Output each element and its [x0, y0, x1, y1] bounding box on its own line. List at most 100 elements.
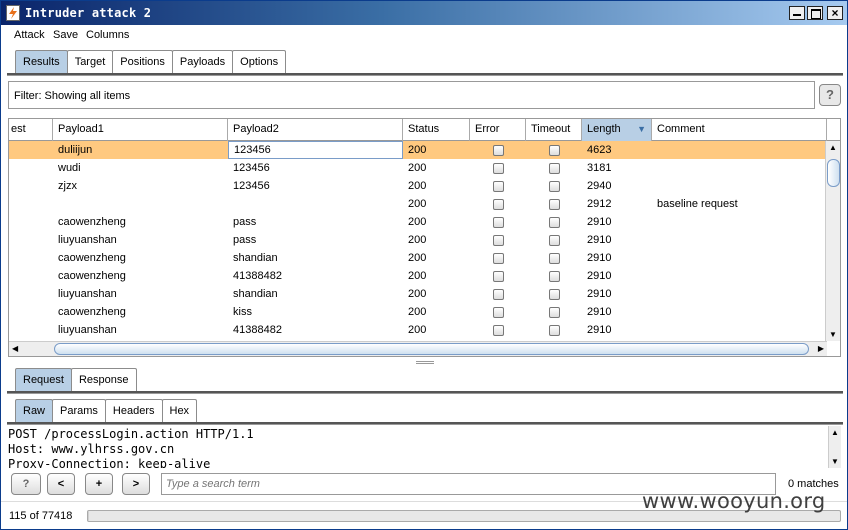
tab-hex[interactable]: Hex	[161, 399, 198, 423]
status-cell: 200	[408, 324, 427, 336]
add-search-button[interactable]: +	[85, 473, 113, 495]
comment-cell	[652, 159, 827, 177]
col-error[interactable]: Error	[470, 119, 526, 141]
menu-bar: Attack Save Columns	[1, 25, 847, 45]
table-row[interactable]: caowenzheng kiss 200 2910	[9, 303, 827, 321]
length-cell: 3181	[587, 162, 612, 174]
payload2-cell: shandian	[233, 252, 278, 264]
col-length[interactable]: Length ▼	[582, 119, 652, 141]
tab-payloads[interactable]: Payloads	[171, 50, 234, 74]
payload1-cell: liuyuanshan	[58, 288, 117, 300]
previous-match-button[interactable]: <	[47, 473, 75, 495]
error-checkbox[interactable]	[493, 253, 504, 264]
table-row[interactable]: wudi 123456 200 3181	[9, 159, 827, 177]
payload2-cell: 123456	[233, 162, 270, 174]
table-row[interactable]: caowenzheng 41388482 200 2910	[9, 267, 827, 285]
close-button[interactable]: ×	[827, 6, 843, 20]
tab-target[interactable]: Target	[66, 50, 114, 74]
payload2-cell: shandian	[233, 288, 278, 300]
table-row[interactable]: duliijun 123456 200 4623	[9, 141, 827, 159]
timeout-checkbox[interactable]	[549, 163, 560, 174]
timeout-checkbox[interactable]	[549, 325, 560, 336]
horizontal-scroll-thumb[interactable]	[54, 343, 809, 355]
menu-save[interactable]: Save	[53, 29, 78, 41]
tab-request[interactable]: Request	[15, 368, 72, 392]
timeout-checkbox[interactable]	[549, 289, 560, 300]
col-comment[interactable]: Comment	[652, 119, 827, 141]
pane-splitter[interactable]	[416, 361, 434, 364]
scroll-down-icon[interactable]: ▼	[829, 330, 837, 339]
scroll-up-icon[interactable]: ▲	[829, 143, 837, 152]
results-table: est Payload1 Payload2 Status Error Timeo…	[8, 118, 841, 357]
comment-cell	[652, 231, 827, 249]
comment-cell: baseline request	[657, 198, 738, 210]
search-help-button[interactable]: ?	[11, 473, 41, 495]
request-editor[interactable]: POST /processLogin.action HTTP/1.1 Host:…	[8, 426, 841, 468]
status-cell: 200	[408, 180, 427, 192]
length-cell: 2940	[587, 180, 612, 192]
vertical-scroll-thumb[interactable]	[827, 159, 840, 187]
error-checkbox[interactable]	[493, 181, 504, 192]
length-cell: 2910	[587, 270, 612, 282]
scroll-right-icon[interactable]: ▶	[818, 344, 824, 353]
table-vertical-scrollbar[interactable]: ▲ ▼	[825, 141, 840, 341]
error-checkbox[interactable]	[493, 325, 504, 336]
tab-response[interactable]: Response	[70, 368, 137, 392]
tab-options[interactable]: Options	[232, 50, 287, 74]
maximize-button[interactable]	[807, 6, 823, 20]
table-row[interactable]: liuyuanshan 41388482 200 2910	[9, 321, 827, 339]
scroll-up-icon[interactable]: ▲	[831, 428, 839, 437]
tab-headers[interactable]: Headers	[104, 399, 163, 423]
error-checkbox[interactable]	[493, 271, 504, 282]
help-button[interactable]: ?	[819, 84, 841, 106]
timeout-checkbox[interactable]	[549, 271, 560, 282]
table-row[interactable]: 200 2912 baseline request	[9, 195, 827, 213]
timeout-checkbox[interactable]	[549, 181, 560, 192]
filter-bar[interactable]: Filter: Showing all items	[8, 81, 815, 109]
payload1-cell: zjzx	[58, 180, 77, 192]
timeout-checkbox[interactable]	[549, 145, 560, 156]
table-header: est Payload1 Payload2 Status Error Timeo…	[9, 119, 840, 141]
col-payload2[interactable]: Payload2	[228, 119, 403, 141]
error-checkbox[interactable]	[493, 289, 504, 300]
table-row[interactable]: caowenzheng pass 200 2910	[9, 213, 827, 231]
table-row[interactable]: liuyuanshan pass 200 2910	[9, 231, 827, 249]
error-checkbox[interactable]	[493, 235, 504, 246]
table-row[interactable]: caowenzheng shandian 200 2910	[9, 249, 827, 267]
next-match-button[interactable]: >	[122, 473, 150, 495]
timeout-checkbox[interactable]	[549, 253, 560, 264]
length-cell: 2910	[587, 234, 612, 246]
comment-cell	[652, 213, 827, 231]
error-checkbox[interactable]	[493, 307, 504, 318]
table-row[interactable]: zjzx 123456 200 2940	[9, 177, 827, 195]
editor-scrollbar[interactable]: ▲ ▼	[828, 426, 841, 468]
table-horizontal-scrollbar[interactable]: ◀ ▶	[9, 341, 827, 356]
error-checkbox[interactable]	[493, 163, 504, 174]
tab-positions[interactable]: Positions	[112, 50, 173, 74]
tab-results[interactable]: Results	[15, 50, 68, 74]
error-checkbox[interactable]	[493, 217, 504, 228]
scroll-down-icon[interactable]: ▼	[831, 457, 839, 466]
timeout-checkbox[interactable]	[549, 199, 560, 210]
payload2-cell: 123456	[228, 141, 403, 159]
timeout-checkbox[interactable]	[549, 217, 560, 228]
status-cell: 200	[408, 270, 427, 282]
request-line: Proxy-Connection: keep-alive	[8, 457, 211, 468]
menu-attack[interactable]: Attack	[14, 29, 45, 41]
error-checkbox[interactable]	[493, 199, 504, 210]
scroll-left-icon[interactable]: ◀	[12, 344, 18, 353]
tab-divider	[7, 73, 843, 76]
col-payload1[interactable]: Payload1	[53, 119, 228, 141]
title-bar[interactable]: Intruder attack 2 ×	[1, 1, 847, 25]
col-status[interactable]: Status	[403, 119, 470, 141]
tab-params[interactable]: Params	[52, 399, 106, 423]
error-checkbox[interactable]	[493, 145, 504, 156]
tab-raw[interactable]: Raw	[15, 399, 54, 423]
col-timeout[interactable]: Timeout	[526, 119, 582, 141]
table-row[interactable]: liuyuanshan shandian 200 2910	[9, 285, 827, 303]
menu-columns[interactable]: Columns	[86, 29, 129, 41]
timeout-checkbox[interactable]	[549, 235, 560, 246]
minimize-button[interactable]	[789, 6, 805, 20]
col-request[interactable]: est	[9, 119, 53, 141]
timeout-checkbox[interactable]	[549, 307, 560, 318]
